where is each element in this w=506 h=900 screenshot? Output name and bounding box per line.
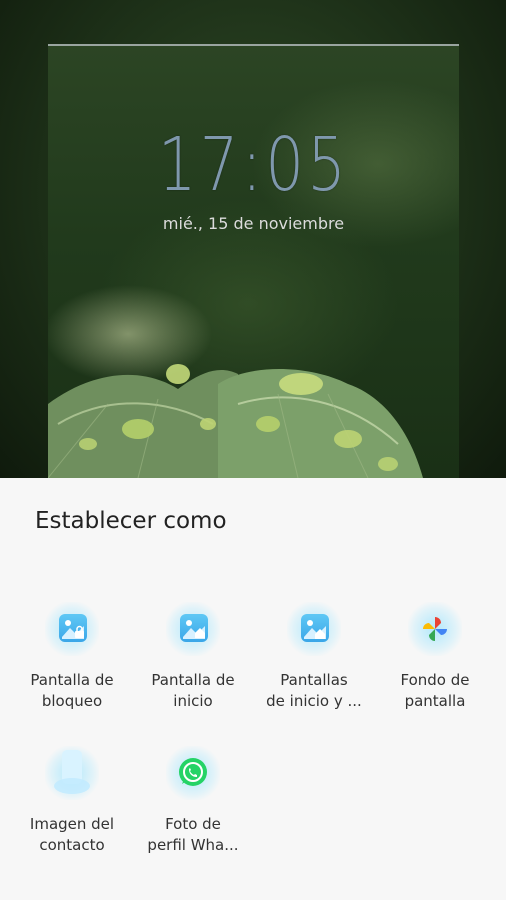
option-label-line1: Fondo de: [400, 671, 470, 689]
whatsapp-profile-photo-option[interactable]: Foto de perfil Wha...: [133, 746, 253, 856]
lock-screen-option[interactable]: Pantalla de bloqueo: [12, 602, 132, 712]
contact-picture-icon: [45, 746, 99, 800]
home-screen-option[interactable]: Pantalla de inicio: [133, 602, 253, 712]
lock-screen-preview: 17:05 mié., 15 de noviembre: [48, 44, 459, 478]
option-label-line2: perfil Wha...: [147, 836, 239, 854]
option-label-line1: Pantalla de: [151, 671, 235, 689]
option-label-line1: Pantalla de: [30, 671, 114, 689]
home-screen-icon: [166, 602, 220, 656]
option-label-line2: de inicio y ...: [266, 692, 362, 710]
whatsapp-icon: [166, 746, 220, 800]
home-and-lock-screens-option[interactable]: Pantallas de inicio y ...: [254, 602, 374, 712]
set-as-sheet: Establecer como Pantalla de bloqueo Pant…: [0, 478, 506, 900]
leaves-with-water-drops: [48, 364, 423, 478]
contact-picture-option[interactable]: Imagen del contacto: [12, 746, 132, 856]
option-label-line1: Pantallas: [280, 671, 348, 689]
wallpaper-option[interactable]: Fondo de pantalla: [375, 602, 495, 712]
home-and-lock-screens-icon: [287, 602, 341, 656]
google-photos-pinwheel-icon: [408, 602, 462, 656]
option-label-line1: Imagen del: [29, 815, 115, 833]
option-label-line2: pantalla: [404, 692, 466, 710]
option-label-line2: contacto: [39, 836, 105, 854]
sheet-title: Establecer como: [35, 508, 227, 534]
option-label-line1: Foto de: [165, 815, 221, 833]
option-label-line2: bloqueo: [41, 692, 103, 710]
lock-screen-icon: [45, 602, 99, 656]
option-label-line2: inicio: [173, 692, 213, 710]
